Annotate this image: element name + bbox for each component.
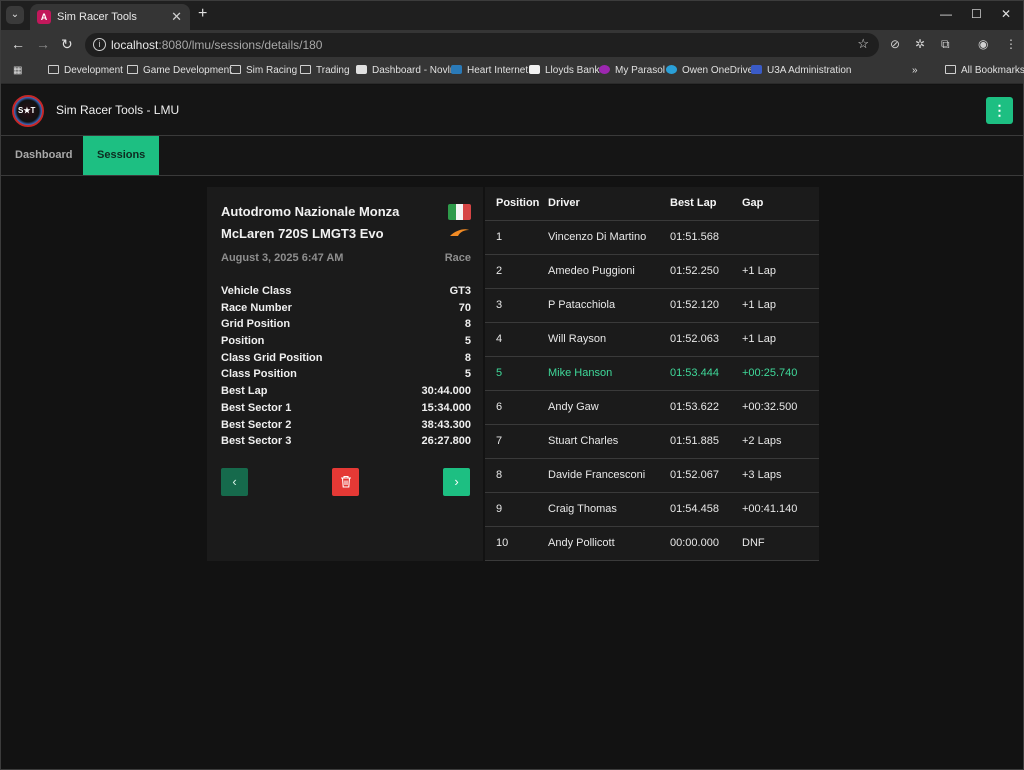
table-row[interactable]: 8 Davide Francesconi 01:52.067 +3 Laps (485, 458, 819, 493)
trash-icon (340, 475, 351, 488)
tab-sessions[interactable]: Sessions (83, 136, 160, 175)
session-details-panel: Autodromo Nazionale Monza McLaren 720S L… (207, 187, 483, 561)
browser-window: ⌄ A Sim Racer Tools ✕ + — ☐ ✕ ← → ↻ i lo… (0, 0, 1024, 770)
car-name: McLaren 720S LMGT3 Evo (221, 226, 384, 241)
browser-tab[interactable]: A Sim Racer Tools ✕ (30, 4, 190, 30)
address-bar[interactable]: i localhost:8080/lmu/sessions/details/18… (85, 33, 879, 57)
stat-position: Position 5 (221, 335, 471, 348)
app-logo[interactable]: S★T (12, 95, 44, 127)
bookmark-game-development[interactable]: Game Development (127, 65, 232, 76)
new-tab-icon[interactable]: + (198, 5, 207, 23)
stat-class-position: Class Position 5 (221, 368, 471, 381)
table-row-highlighted[interactable]: 5 Mike Hanson 01:53.444 +00:25.740 (485, 356, 819, 391)
table-row[interactable]: 3P Patacchiola 01:52.120 +1 Lap (485, 288, 819, 323)
extensions-puzzle-icon[interactable]: ⧉ (941, 37, 950, 52)
bookmark-development[interactable]: Development (48, 65, 123, 76)
app-nav: Dashboard Sessions (1, 136, 1023, 176)
bookmark-trading[interactable]: Trading (300, 65, 350, 76)
browser-toolbar: ← → ↻ i localhost:8080/lmu/sessions/deta… (1, 30, 1023, 60)
header-best-lap: Best Lap (670, 187, 742, 221)
stat-class-grid-position: Class Grid Position 8 (221, 351, 471, 364)
stat-best-sector-3: Best Sector 3 26:27.800 (221, 435, 471, 448)
session-stats: Vehicle Class GT3 Race Number 70 Grid Posi… (221, 285, 471, 452)
stat-race-number: Race Number 70 (221, 301, 471, 314)
apps-grid-icon[interactable]: ▦ (13, 65, 22, 76)
table-row[interactable]: 2 Amedeo Puggioni 01:52.250 +1 Lap (485, 254, 819, 289)
u3a-icon (751, 65, 762, 74)
table-row[interactable]: 7 Stuart Charles 01:51.885 +2 Laps (485, 424, 819, 459)
url-text[interactable]: localhost:8080/lmu/sessions/details/180 (111, 38, 322, 52)
folder-icon (127, 65, 138, 74)
bookmark-sim-racing[interactable]: Sim Racing (230, 65, 297, 76)
reload-icon[interactable]: ↻ (61, 36, 73, 53)
stat-vehicle-class: Vehicle Class GT3 (221, 285, 471, 297)
profile-avatar-icon[interactable]: ◉ (978, 37, 988, 51)
bookmark-lloyds-bank[interactable]: Lloyds Bank (529, 65, 599, 76)
chevron-left-icon: ‹ (232, 474, 237, 489)
bookmark-u3a-administration[interactable]: U3A Administration (751, 65, 852, 76)
maximize-icon[interactable]: ☐ (971, 7, 982, 21)
table-header-row: Position Driver Best Lap Gap (485, 187, 819, 221)
folder-icon (300, 65, 311, 74)
tab-title: Sim Racer Tools (57, 11, 137, 23)
table-row[interactable]: 1 Vincenzo Di Martino 01:51.568 (485, 220, 819, 255)
bookmark-owen-onedrive[interactable]: Owen OneDrive (666, 65, 753, 76)
logo-text: S★T (18, 106, 36, 115)
italy-flag-icon (448, 204, 471, 220)
table-row[interactable]: 9 Craig Thomas 01:54.458 +00:41.140 (485, 492, 819, 527)
table-row[interactable]: 10 Andy Pollicott 00:00.000 DNF (485, 526, 819, 561)
header-gap: Gap (742, 187, 819, 221)
header-driver: Driver (548, 187, 670, 221)
track-name: Autodromo Nazionale Monza (221, 204, 400, 219)
bookmark-dashboard-novlr[interactable]: Dashboard - Novlr (356, 65, 453, 76)
folder-icon (48, 65, 59, 74)
chevron-right-icon: › (454, 474, 459, 489)
h-icon (451, 65, 462, 74)
folder-icon (230, 65, 241, 74)
bookmark-heart-internet[interactable]: Heart Internet (451, 65, 528, 76)
next-session-button[interactable]: › (443, 468, 470, 496)
cloud-icon (666, 65, 677, 74)
close-window-icon[interactable]: ✕ (1001, 7, 1011, 21)
all-bookmarks[interactable]: All Bookmarks (945, 65, 1024, 76)
tab-dashboard[interactable]: Dashboard (1, 136, 86, 175)
stat-grid-position: Grid Position 8 (221, 318, 471, 331)
p-icon (599, 65, 610, 74)
bookmark-my-parasol[interactable]: My Parasol (599, 65, 665, 76)
table-row[interactable]: 4 Will Rayson 01:52.063 +1 Lap (485, 322, 819, 357)
app-header: S★T Sim Racer Tools - LMU ⋮ (1, 85, 1023, 136)
folder-icon (945, 65, 956, 74)
kebab-menu-icon: ⋮ (992, 102, 1007, 118)
tab-search-icon[interactable]: ⌄ (6, 6, 24, 24)
previous-session-button[interactable]: ‹ (221, 468, 248, 496)
horse-icon (529, 65, 540, 74)
site-info-icon[interactable]: i (93, 38, 106, 51)
app-menu-button[interactable]: ⋮ (986, 97, 1013, 124)
tab-strip: ⌄ A Sim Racer Tools ✕ + — ☐ ✕ (1, 1, 1023, 30)
book-icon (356, 65, 367, 74)
table-row[interactable]: 6 Andy Gaw 01:53.622 +00:32.500 (485, 390, 819, 425)
header-position: Position (485, 187, 548, 221)
extension-shield-icon[interactable]: ⊘ (890, 37, 900, 51)
back-icon[interactable]: ← (11, 36, 25, 52)
bookmarks-bar: ▦ Development Game Development Sim Racin… (1, 60, 1024, 84)
bookmark-star-icon[interactable]: ☆ (857, 36, 869, 52)
mclaren-logo-icon (450, 229, 469, 236)
stat-best-lap: Best Lap 30:44.000 (221, 385, 471, 398)
results-table: Position Driver Best Lap Gap 1 Vincenzo D… (485, 187, 819, 561)
stat-best-sector-2: Best Sector 2 38:43.300 (221, 418, 471, 431)
session-type: Race (444, 252, 471, 264)
app-title: Sim Racer Tools - LMU (56, 103, 180, 117)
more-bookmarks-icon[interactable]: » (912, 65, 918, 76)
session-date: August 3, 2025 6:47 AM (221, 252, 344, 264)
delete-session-button[interactable] (332, 468, 359, 496)
minimize-icon[interactable]: — (940, 7, 952, 21)
forward-icon[interactable]: → (36, 36, 50, 52)
stat-best-sector-1: Best Sector 1 15:34.000 (221, 401, 471, 414)
close-tab-icon[interactable]: ✕ (171, 9, 182, 25)
extension-bug-icon[interactable]: ✲ (915, 37, 925, 51)
browser-menu-icon[interactable]: ⋮ (1005, 37, 1017, 51)
app-favicon-icon: A (37, 10, 51, 24)
